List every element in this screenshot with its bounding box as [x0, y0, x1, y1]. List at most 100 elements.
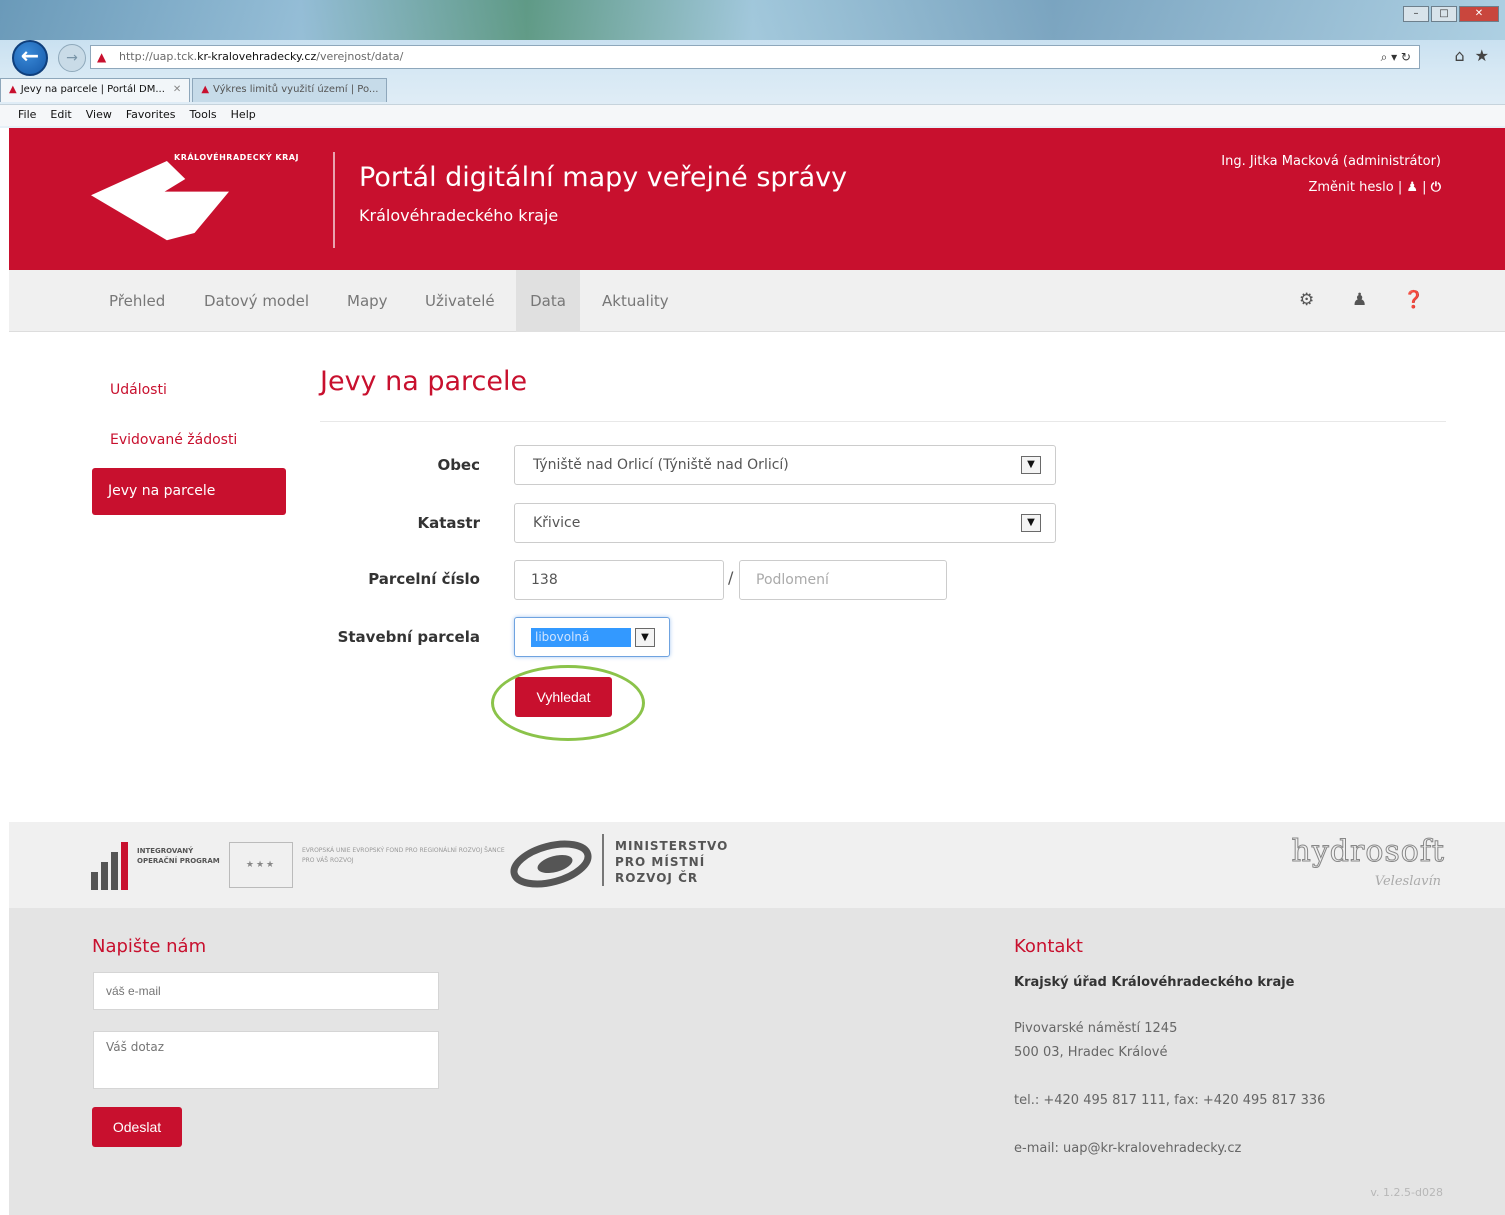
page-title: Jevy na parcele — [320, 366, 528, 397]
eu-flag-icon: ★★★ — [229, 842, 293, 888]
user-icon[interactable]: ♟ — [1352, 290, 1367, 310]
portal-subtitle: Královéhradeckého kraje — [359, 206, 559, 225]
eu-text: EVROPSKÁ UNIE EVROPSKÝ FOND PRO REGIONÁL… — [302, 847, 505, 864]
user-name[interactable]: Ing. Jitka Macková (administrátor) — [1221, 154, 1441, 169]
site-favicon-icon: ▲ — [97, 50, 107, 64]
tab-label: Výkres limitů využití území | Po... — [213, 84, 379, 95]
separator: | — [1397, 180, 1403, 195]
favorites-star-icon[interactable]: ★ — [1475, 46, 1499, 65]
sidebar-item-evidovane-zadosti[interactable]: Evidované žádosti — [110, 432, 237, 448]
url-prefix: http://uap.tck. — [119, 50, 198, 63]
nav-item-datovy-model[interactable]: Datový model — [194, 270, 319, 332]
parcel-subdivision-input[interactable] — [739, 560, 947, 600]
highlight-annotation — [491, 665, 645, 741]
kraj-logo-icon[interactable] — [91, 152, 321, 252]
hydrosoft-logo: hydrosoft — [1291, 834, 1445, 870]
menu-edit[interactable]: Edit — [50, 105, 71, 126]
header-divider — [333, 152, 335, 248]
logo-text: KRÁLOVÉHRADECKÝ KRAJ — [174, 153, 299, 162]
ministry-line: ROZVOJ ČR — [615, 871, 699, 885]
tab-label: Jevy na parcele | Portál DM... — [20, 84, 165, 95]
tab-favicon-icon: ▲ — [201, 84, 210, 95]
tab-favicon-icon: ▲ — [9, 84, 17, 95]
menu-favorites[interactable]: Favorites — [126, 105, 176, 126]
send-button[interactable]: Odeslat — [92, 1107, 182, 1147]
parcel-number-input[interactable] — [514, 560, 724, 600]
window-controls: – □ ✕ — [1403, 6, 1499, 22]
nav-item-mapy[interactable]: Mapy — [337, 270, 398, 332]
tab-strip: ▲ Jevy na parcele | Portál DM... ✕ ▲ Výkres… — [0, 78, 389, 102]
change-password-link[interactable]: Změnit heslo — [1308, 180, 1393, 195]
menu-file[interactable]: File — [18, 105, 36, 126]
tab-close-icon[interactable]: ✕ — [173, 84, 181, 95]
gear-icon[interactable]: ⚙ — [1299, 290, 1314, 310]
stavebni-selected-value: libovolná — [531, 628, 631, 647]
url-host: kr-kralovehradecky.cz — [197, 50, 317, 63]
ministry-text: MINISTERSTVO PRO MÍSTNÍ ROZVOJ ČR — [615, 838, 728, 886]
back-arrow-icon[interactable]: ← — [12, 40, 48, 76]
chevron-down-icon[interactable]: ▼ — [1021, 456, 1041, 474]
sidebar-item-jevy-na-parcele[interactable]: Jevy na parcele — [92, 468, 286, 515]
stavebni-parcela-label: Stavební parcela — [337, 628, 480, 646]
chevron-down-icon[interactable]: ▼ — [635, 628, 655, 647]
stavebni-parcela-select[interactable]: libovolná ▼ — [514, 617, 670, 657]
katastr-select[interactable]: Křivice ▼ — [514, 503, 1056, 543]
partner-logos: INTEGROVANÝ OPERAČNÍ PROGRAM ★★★ EVROPSK… — [9, 822, 1505, 908]
home-icon[interactable]: ⌂ — [1455, 46, 1475, 65]
contact-org: Krajský úřad Královéhradeckého kraje — [1014, 975, 1295, 990]
minimize-icon[interactable]: – — [1403, 6, 1429, 22]
contact-phone: tel.: +420 495 817 111, fax: +420 495 81… — [1014, 1093, 1326, 1108]
user-icon[interactable]: ♟ — [1406, 180, 1418, 195]
parcel-number-label: Parcelní číslo — [368, 570, 480, 588]
nav-item-aktuality[interactable]: Aktuality — [592, 270, 679, 332]
browser-menubar: File Edit View Favorites Tools Help — [0, 104, 1505, 126]
forward-arrow-icon[interactable]: → — [58, 44, 86, 72]
menu-tools[interactable]: Tools — [190, 105, 217, 126]
chevron-down-icon[interactable]: ▼ — [1021, 514, 1041, 532]
main-nav: Přehled Datový model Mapy Uživatelé Data… — [9, 270, 1505, 332]
separator: | — [1422, 180, 1427, 195]
obec-label: Obec — [437, 456, 480, 474]
contact-heading: Kontakt — [1014, 936, 1083, 957]
browser-toolbar-icons: ⌂★ — [1455, 46, 1500, 65]
obec-selected-value: Týniště nad Orlicí (Týniště nad Orlicí) — [533, 457, 789, 473]
restore-icon[interactable]: □ — [1431, 6, 1457, 22]
browser-chrome: – □ ✕ ← → ▲ http://uap.tck.kr-kralovehra… — [0, 0, 1505, 128]
hydrosoft-sub: Veleslavín — [1374, 874, 1441, 889]
browser-titlebar — [0, 0, 1505, 40]
contact-address-line1: Pivovarské náměstí 1245 — [1014, 1021, 1178, 1036]
footer-question-input[interactable] — [93, 1031, 439, 1089]
site-header: KRÁLOVÉHRADECKÝ KRAJ Portál digitální ma… — [9, 128, 1505, 270]
address-bar[interactable]: ▲ http://uap.tck.kr-kralovehradecky.cz/v… — [90, 45, 1420, 69]
contact-email[interactable]: e-mail: uap@kr-kralovehradecky.cz — [1014, 1141, 1241, 1156]
sidebar-item-udalosti[interactable]: Události — [110, 382, 167, 398]
user-links: Změnit heslo | ♟ | ⏻ — [1308, 180, 1441, 195]
parcel-separator: / — [728, 568, 734, 587]
footer-email-input[interactable] — [93, 972, 439, 1010]
write-us-heading: Napište nám — [92, 936, 207, 957]
version-label: v. 1.2.5-d028 — [1370, 1186, 1443, 1199]
nav-item-data[interactable]: Data — [516, 270, 580, 332]
iop-logo-icon — [91, 842, 128, 890]
ministry-line: PRO MÍSTNÍ — [615, 855, 706, 869]
nav-item-prehled[interactable]: Přehled — [99, 270, 175, 332]
tab-vykres-limitu[interactable]: ▲ Výkres limitů využití území | Po... — [192, 78, 388, 102]
help-icon[interactable]: ❓ — [1403, 290, 1424, 310]
nav-item-uzivatele[interactable]: Uživatelé — [415, 270, 505, 332]
url-path: /verejnost/data/ — [316, 50, 404, 63]
katastr-label: Katastr — [417, 514, 480, 532]
ministry-divider — [602, 834, 604, 886]
portal-title: Portál digitální mapy veřejné správy — [359, 162, 848, 193]
tab-jevy-na-parcele[interactable]: ▲ Jevy na parcele | Portál DM... ✕ — [0, 78, 191, 102]
address-tools[interactable]: ⌕ ▾ ↻ — [1381, 46, 1411, 68]
menu-view[interactable]: View — [86, 105, 112, 126]
ministry-logo-icon — [510, 840, 592, 888]
close-icon[interactable]: ✕ — [1459, 6, 1499, 22]
obec-select[interactable]: Týniště nad Orlicí (Týniště nad Orlicí) … — [514, 445, 1056, 485]
katastr-selected-value: Křivice — [533, 515, 581, 531]
menu-help[interactable]: Help — [231, 105, 256, 126]
iop-text: INTEGROVANÝ OPERAČNÍ PROGRAM — [137, 847, 220, 865]
power-icon[interactable]: ⏻ — [1431, 180, 1441, 195]
ministry-line: MINISTERSTVO — [615, 839, 729, 853]
contact-address-line2: 500 03, Hradec Králové — [1014, 1045, 1168, 1060]
